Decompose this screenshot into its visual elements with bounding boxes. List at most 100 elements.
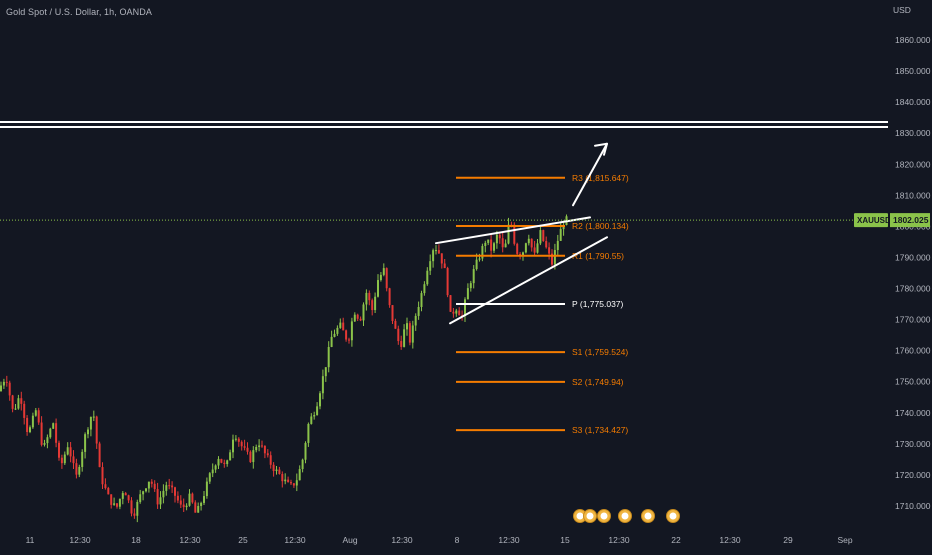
candle-body [298,469,301,481]
candle-body [287,479,290,483]
candle-body [156,489,159,505]
candle-body [121,493,124,499]
candle-body [345,330,348,340]
candle-body [307,423,310,443]
candle-body [127,495,130,501]
candle-body [336,327,339,334]
y-tick-label: 1810.000 [895,190,931,200]
candle-body [34,410,37,416]
candle-body [524,243,527,253]
candle-body [165,485,168,491]
candle-body [443,263,446,269]
candle-body [391,305,394,321]
candle-body [272,464,275,471]
event-marker-icon[interactable] [641,509,655,523]
event-marker-icon[interactable] [666,509,680,523]
candle-body [171,485,174,488]
candle-body [304,442,307,460]
candle-body [429,261,432,271]
candle-body [507,224,510,244]
x-tick-label: 12:30 [498,535,520,545]
y-tick-label: 1830.000 [895,128,931,138]
candle-body [342,322,345,331]
candle-body [464,299,466,316]
y-tick-label: 1860.000 [895,35,931,45]
candle-body [408,323,411,343]
candle-body [78,466,81,475]
candle-body [89,417,92,430]
candle-body [55,423,58,443]
candle-body [400,341,403,347]
candle-body [316,406,319,416]
candle-body [116,503,118,507]
candle-body [327,346,330,368]
pivot-label: R2 (1,800.134) [572,221,629,231]
candle-body [536,243,539,253]
candles-layer [0,214,568,523]
candle-body [150,481,153,484]
candle-body [371,300,374,311]
price-chart[interactable]: R3 (1,815.647)R2 (1,800.134)R1 (1,790.55… [0,0,932,550]
candle-body [232,439,234,453]
event-marker-dot [586,512,594,520]
candle-body [513,224,516,244]
candle-body [84,434,87,452]
x-axis[interactable]: 11 12:30 18 12:30 25 12:30 Aug 12:30 8 12:30 15 12:… [26,535,853,545]
candle-body [319,393,321,407]
candle-body [200,502,203,507]
candle-body [437,250,440,254]
candle-body [281,474,284,482]
y-tick-label: 1760.000 [895,346,931,356]
candle-body [237,438,240,442]
price-tag-value: 1802.025 [893,215,929,225]
chart-area[interactable]: R3 (1,815.647) R2 (1,800.134) R1 (1,790.55… [0,0,932,550]
candle-body [133,513,136,516]
candle-body [266,453,269,456]
candle-body [478,258,481,260]
symbol-title: Gold Spot / U.S. Dollar, 1h, OANDA [6,7,152,17]
candle-body [374,296,377,311]
candle-body [388,288,391,306]
candle-body [124,493,127,496]
candle-body [527,238,530,244]
candle-body [220,458,223,463]
candle-body [516,243,519,254]
candle-body [208,473,211,482]
candle-body [556,240,559,251]
candle-body [60,457,63,464]
event-marker-icon[interactable] [597,509,611,523]
candle-body [252,450,255,463]
x-tick-label: 12:30 [284,535,306,545]
event-marker-icon[interactable] [583,509,597,523]
candle-body [432,250,435,262]
candle-body [188,493,191,506]
candle-body [475,259,478,270]
y-tick-label: 1840.000 [895,97,931,107]
candle-body [539,230,542,244]
candle-body [255,446,258,451]
candle-body [197,506,200,513]
y-tick-label: 1720.000 [895,470,931,480]
y-tick-label: 1850.000 [895,66,931,76]
candle-body [498,234,501,239]
y-tick-label: 1710.000 [895,501,931,511]
candle-body [66,447,69,455]
candle-body [174,487,176,496]
candle-body [263,445,266,454]
candle-body [284,479,287,482]
drawings-layer [435,142,608,325]
candle-body [20,398,23,404]
candle-body [92,416,95,418]
events-layer[interactable] [573,509,680,523]
candle-body [466,288,469,300]
candle-body [8,382,11,396]
y-axis[interactable]: USD 1860.000 1850.000 1840.000 1830.000 1820.… [854,5,931,511]
candle-body [414,315,417,326]
event-marker-icon[interactable] [618,509,632,523]
candle-body [168,485,171,487]
candle-body [301,459,304,470]
candle-body [182,504,185,508]
candle-body [147,481,150,489]
candle-body [159,497,162,505]
candle-body [350,321,353,341]
